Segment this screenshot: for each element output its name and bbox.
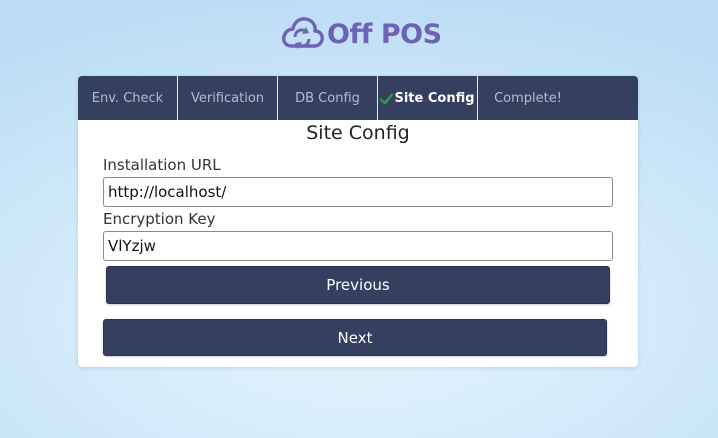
setup-steps-nav: Env. Check Verification DB Config Site C… [78,76,638,120]
check-icon [380,92,394,104]
cloud-sync-icon [282,17,324,49]
tab-label: DB Config [295,90,360,106]
installation-url-input[interactable] [103,177,613,207]
tab-env-check[interactable]: Env. Check [78,76,178,120]
next-button[interactable]: Next [103,319,607,356]
tab-label: Env. Check [91,90,164,106]
encryption-key-input[interactable] [103,231,613,261]
previous-button-label: Previous [326,276,390,294]
tab-label: Complete! [494,90,562,106]
brand-name: Off POS [327,18,442,50]
app-logo: Off POS [280,12,442,54]
tab-label: Site Config [394,90,475,106]
installation-url-label: Installation URL [103,156,221,174]
tab-site-config[interactable]: Site Config [378,76,478,120]
previous-button[interactable]: Previous [106,266,610,304]
next-button-label: Next [337,328,373,347]
setup-card: Env. Check Verification DB Config Site C… [78,76,638,367]
form-title: Site Config [306,122,410,144]
tab-verification[interactable]: Verification [178,76,278,120]
tab-db-config[interactable]: DB Config [278,76,378,120]
encryption-key-label: Encryption Key [103,210,216,228]
tab-label: Verification [190,90,265,106]
tab-complete[interactable]: Complete! [478,76,578,120]
